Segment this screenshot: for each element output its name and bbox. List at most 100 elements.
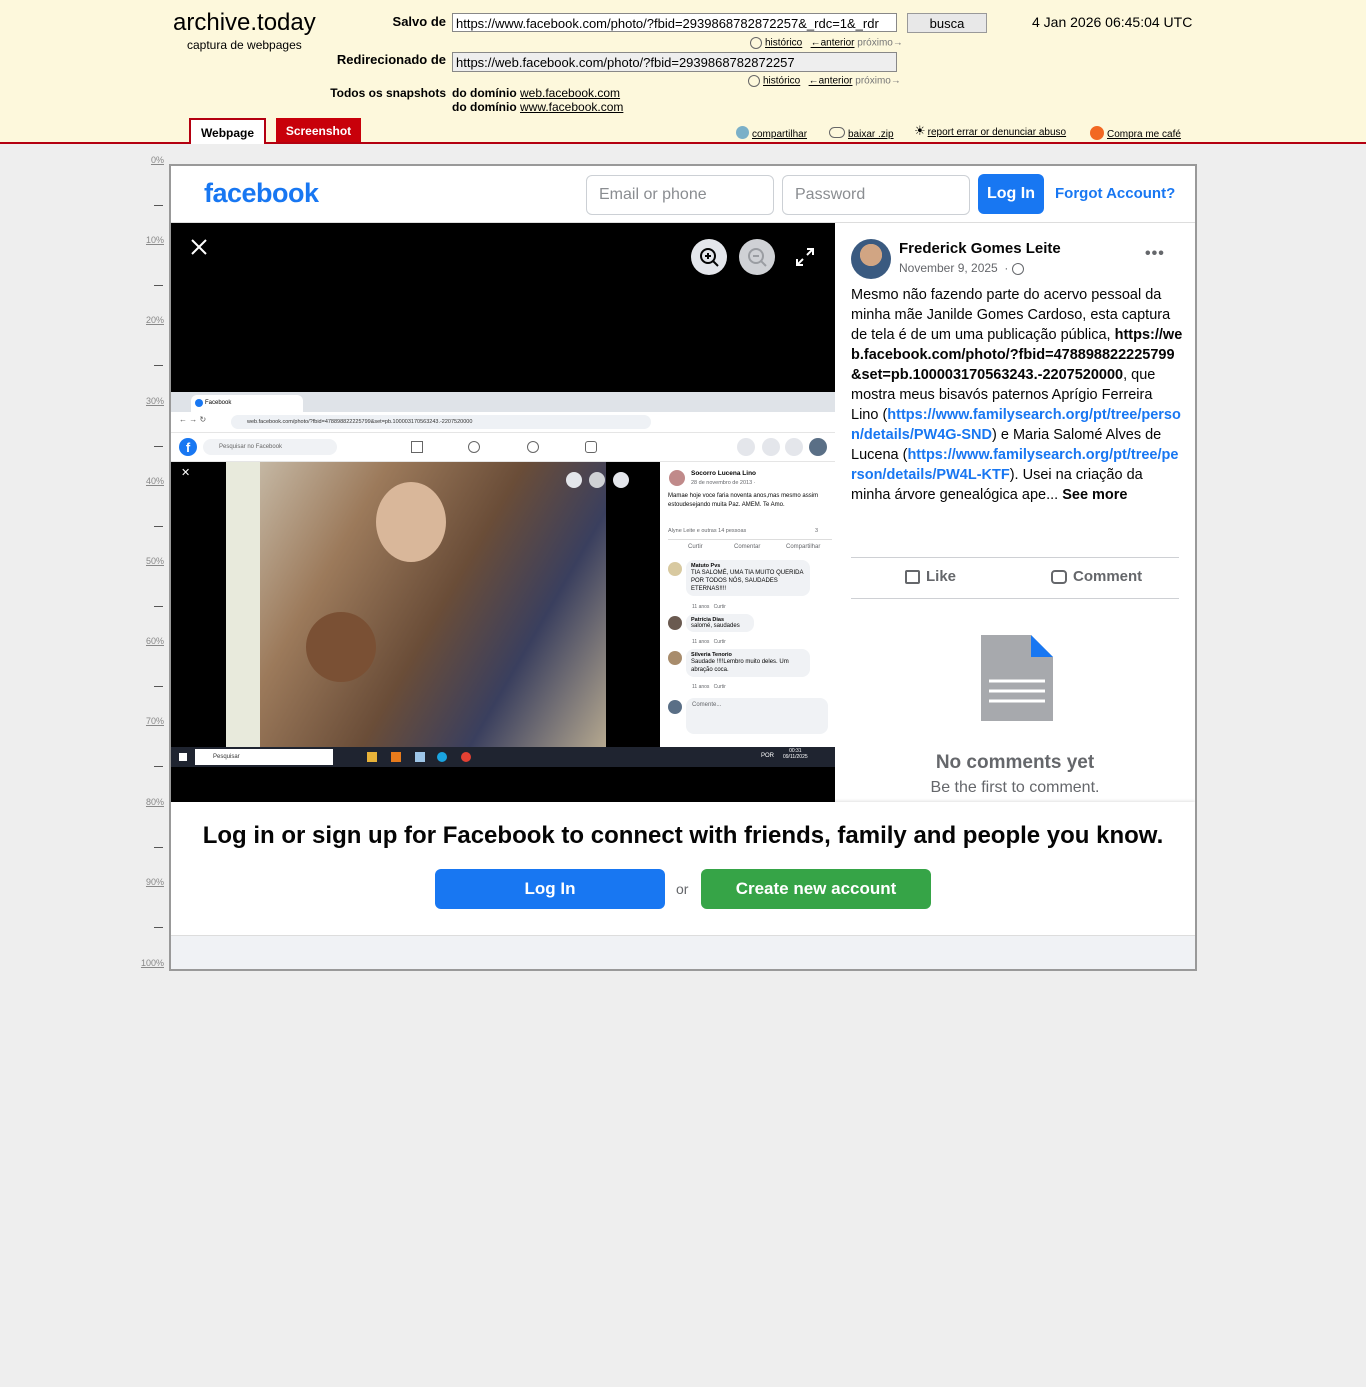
login-button[interactable]: Log In bbox=[978, 174, 1044, 214]
taskbar-clock: 00:31 09/11/2025 bbox=[783, 748, 808, 760]
fb-mini-topbar: f Pesquisar no Facebook bbox=[171, 433, 835, 462]
taskbar-lang: POR bbox=[761, 753, 775, 759]
page-footer-strip bbox=[171, 935, 1195, 969]
prev-link-2[interactable]: ←anterior bbox=[809, 76, 853, 87]
fullscreen-icon[interactable] bbox=[796, 248, 814, 266]
fb-logo[interactable]: facebook bbox=[204, 178, 319, 209]
inner-comment-text: salomé, saudades bbox=[691, 623, 740, 629]
download-tool[interactable]: baixar .zip bbox=[829, 124, 894, 142]
domain-link-www[interactable]: www.facebook.com bbox=[520, 100, 623, 114]
history-link[interactable]: histórico bbox=[765, 38, 802, 49]
photo-face-man bbox=[306, 612, 376, 682]
facebook-favicon bbox=[195, 399, 203, 407]
like-button[interactable]: Like bbox=[905, 568, 956, 585]
create-account-button[interactable]: Create new account bbox=[701, 869, 931, 909]
prompt-login-button[interactable]: Log In bbox=[435, 869, 665, 909]
like-icon bbox=[905, 570, 920, 585]
share-link[interactable]: compartilhar bbox=[752, 129, 807, 140]
forgot-account-link[interactable]: Forgot Account? bbox=[1055, 185, 1175, 202]
ruler-label: 90% bbox=[145, 877, 164, 887]
ruler-label: 40% bbox=[145, 476, 164, 486]
fb-mini-search: Pesquisar no Facebook bbox=[203, 439, 337, 455]
saved-nav-links: histórico ←anterior próximo→ bbox=[750, 37, 903, 49]
post-date-text[interactable]: November 9, 2025 bbox=[899, 261, 998, 275]
ruler-tick bbox=[154, 766, 163, 767]
see-more-link[interactable]: See more bbox=[1062, 487, 1127, 503]
tab-screenshot[interactable]: Screenshot bbox=[276, 118, 361, 142]
ruler-tick bbox=[154, 686, 163, 687]
photo-edge bbox=[226, 462, 260, 747]
no-comments-title: No comments yet bbox=[935, 752, 1095, 773]
ruler-tick bbox=[154, 365, 163, 366]
more-options-icon[interactable]: ••• bbox=[1145, 245, 1165, 263]
divider bbox=[851, 598, 1179, 599]
search-button[interactable]: busca bbox=[907, 13, 987, 33]
close-icon[interactable] bbox=[191, 239, 207, 255]
clock-icon bbox=[748, 75, 760, 87]
photo-viewer: Facebook ← → ↻ web.facebook.com/photo/?f… bbox=[171, 223, 835, 802]
like-label: Like bbox=[926, 568, 957, 585]
inner-comment-meta: 11 anos Curtir bbox=[692, 604, 726, 610]
login-prompt-title: Log in or sign up for Facebook to connec… bbox=[202, 822, 1164, 849]
zoom-out-button[interactable] bbox=[739, 239, 775, 275]
history-link-2[interactable]: histórico bbox=[763, 76, 800, 87]
inner-comment-meta: 11 anos Curtir bbox=[692, 639, 726, 645]
coffee-link[interactable]: Compra me café bbox=[1107, 129, 1181, 140]
photo-face-woman bbox=[376, 482, 446, 562]
post-date: November 9, 2025 · bbox=[899, 261, 1024, 275]
domain-link-web[interactable]: web.facebook.com bbox=[520, 86, 620, 100]
inner-reactions: Alyne Leite e outras 14 pessoas bbox=[668, 528, 747, 534]
domain-prefix: do domínio bbox=[452, 100, 517, 114]
next-link-2[interactable]: próximo→ bbox=[855, 76, 901, 87]
browser-tab: Facebook bbox=[191, 395, 303, 412]
inner-zoom-out-icon bbox=[589, 472, 605, 488]
inner-reaction-count: 3 bbox=[815, 528, 819, 534]
ruler-tick bbox=[154, 606, 163, 607]
share-tool[interactable]: compartilhar bbox=[736, 124, 807, 142]
capture-date: 4 Jan 2026 06:45:04 UTC bbox=[1032, 14, 1193, 30]
email-field[interactable]: Email or phone bbox=[586, 175, 774, 215]
browser-address-bar: web.facebook.com/photo/?fbid=47889882222… bbox=[231, 415, 651, 429]
zoom-in-button[interactable] bbox=[691, 239, 727, 275]
share-icon bbox=[736, 126, 749, 140]
tab-webpage[interactable]: Webpage bbox=[189, 118, 266, 144]
inner-comment-avatar bbox=[668, 562, 682, 576]
clock-icon bbox=[750, 37, 762, 49]
report-link[interactable]: report errar or denunciar abuso bbox=[928, 127, 1066, 138]
author-name[interactable]: Frederick Gomes Leite bbox=[899, 240, 1061, 257]
prev-link[interactable]: ←anterior bbox=[811, 38, 855, 49]
next-link[interactable]: próximo→ bbox=[857, 38, 903, 49]
redirect-url-field[interactable]: https://web.facebook.com/photo/?fbid=293… bbox=[452, 52, 897, 72]
ruler-tick bbox=[154, 526, 163, 527]
archived-page-frame: facebook Email or phone Password Log In … bbox=[169, 164, 1197, 971]
folder-icon bbox=[367, 752, 377, 762]
domain-line-1: do domínio web.facebook.com bbox=[452, 86, 620, 100]
download-link[interactable]: baixar .zip bbox=[848, 129, 894, 140]
taskbar-search: Pesquisar bbox=[195, 749, 333, 765]
author-avatar[interactable] bbox=[851, 239, 891, 279]
windows-taskbar: Pesquisar POR 00:31 09/11/2025 bbox=[171, 747, 835, 767]
divider bbox=[668, 539, 832, 540]
inner-comment-bubble: Matuto Pvs TIA SALOMÉ, UMA TIA MUITO QUE… bbox=[686, 560, 810, 596]
inner-post-panel: Socorro Lucena Lino 28 de novembro de 20… bbox=[660, 462, 835, 747]
inner-like: Curtir bbox=[688, 544, 703, 550]
inner-comment-text: TIA SALOMÉ, UMA TIA MUITO QUERIDA POR TO… bbox=[691, 570, 804, 592]
domain-line-2: do domínio www.facebook.com bbox=[452, 100, 623, 114]
bell-icon bbox=[785, 438, 803, 456]
inner-tag-icon bbox=[613, 472, 629, 488]
ruler-tick bbox=[154, 446, 163, 447]
friends-icon bbox=[468, 441, 480, 453]
inner-comment-action: Curtir bbox=[713, 684, 726, 690]
report-tool[interactable]: ☀ report errar or denunciar abuso bbox=[914, 122, 1066, 140]
inner-share: Compartilhar bbox=[786, 544, 821, 550]
saved-url-field[interactable]: https://www.facebook.com/photo/?fbid=293… bbox=[452, 13, 897, 32]
inner-close-icon: ✕ bbox=[181, 467, 191, 479]
password-field[interactable]: Password bbox=[782, 175, 970, 215]
inner-author: Socorro Lucena Lino bbox=[691, 470, 757, 477]
coffee-tool[interactable]: Compra me café bbox=[1090, 124, 1181, 142]
ruler-tick bbox=[154, 205, 163, 206]
windows-start-icon bbox=[179, 753, 187, 761]
redirect-nav-links: histórico ←anterior próximo→ bbox=[748, 75, 901, 87]
comment-button[interactable]: Comment bbox=[1051, 568, 1142, 585]
post-panel: Frederick Gomes Leite November 9, 2025 ·… bbox=[835, 223, 1195, 802]
